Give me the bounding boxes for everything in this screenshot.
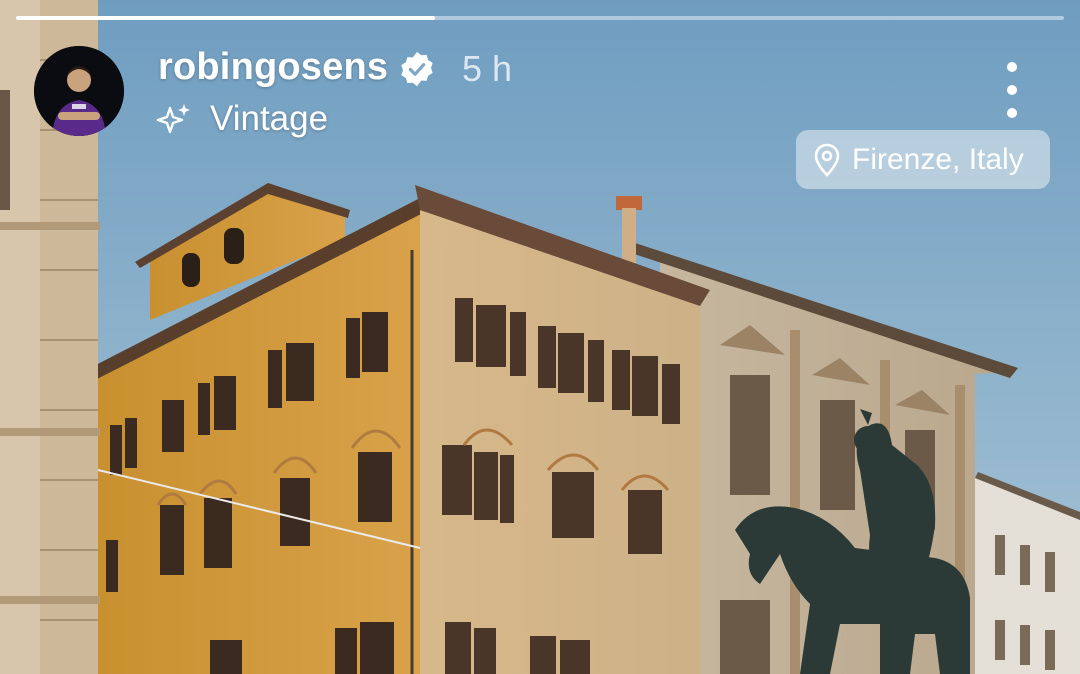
story-progress-fill bbox=[16, 16, 436, 20]
location-pin-icon bbox=[814, 143, 840, 177]
story-progress-bar bbox=[16, 16, 1064, 20]
story-viewer[interactable]: robingosens 5 h Vintage Firenze, Italy bbox=[0, 0, 1080, 674]
story-username[interactable]: robingosens bbox=[158, 46, 388, 89]
location-label: Firenze, Italy bbox=[852, 142, 1024, 176]
profile-avatar[interactable] bbox=[34, 46, 124, 136]
filter-label[interactable]: Vintage bbox=[210, 99, 328, 139]
sparkles-icon bbox=[156, 104, 190, 134]
more-vertical-icon-dot bbox=[1007, 108, 1017, 118]
location-sticker[interactable]: Firenze, Italy bbox=[796, 130, 1050, 189]
verified-badge-icon bbox=[401, 51, 433, 87]
story-timestamp: 5 h bbox=[462, 48, 513, 89]
more-vertical-icon-dot bbox=[1007, 85, 1017, 95]
more-vertical-icon-dot bbox=[1007, 62, 1017, 72]
avatar-image bbox=[34, 46, 124, 136]
more-options-button[interactable] bbox=[992, 62, 1032, 118]
